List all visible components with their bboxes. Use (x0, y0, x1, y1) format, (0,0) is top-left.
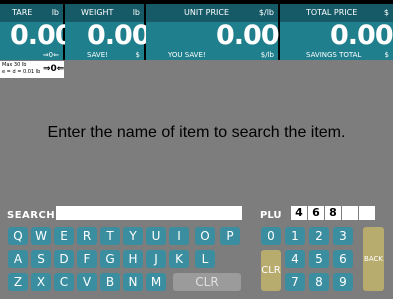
save-unit: $ (135, 51, 140, 59)
key-q[interactable]: Q (8, 227, 28, 245)
scale-display: TARE lb 0.00 ⇒0⇐ WEIGHT lb 0.00 SAVE! $ … (0, 0, 393, 60)
total-price-value: 0.00 (330, 20, 393, 51)
key-m[interactable]: M (146, 273, 166, 291)
numpad-clear-button[interactable]: CLR (261, 250, 281, 291)
plu-digit-3: 8 (325, 206, 341, 220)
unit-price-label: UNIT PRICE (184, 8, 230, 17)
weight-panel: WEIGHT lb 0.00 SAVE! $ (65, 0, 151, 60)
key-h[interactable]: H (123, 250, 143, 268)
key-s[interactable]: S (31, 250, 51, 268)
key-t[interactable]: T (100, 227, 120, 245)
plu-label: PLU (260, 210, 282, 221)
numpad-0[interactable]: 0 (261, 227, 281, 245)
division-info: e = d = 0.01 lb (2, 69, 41, 75)
savings-total-unit: $ (384, 51, 389, 59)
weight-unit: lb (132, 8, 140, 17)
numpad-2[interactable]: 2 (309, 227, 329, 245)
weight-label: WEIGHT (81, 8, 114, 17)
key-b[interactable]: B (100, 273, 120, 291)
numpad-7[interactable]: 7 (285, 273, 305, 291)
key-a[interactable]: A (8, 250, 28, 268)
tare-value: 0.00 (10, 20, 74, 51)
numpad-3[interactable]: 3 (333, 227, 353, 245)
key-e[interactable]: E (54, 227, 74, 245)
search-input[interactable] (56, 206, 242, 220)
numpad-8[interactable]: 8 (309, 273, 329, 291)
total-price-panel: TOTAL PRICE $ 0.00 SAVINGS TOTAL $ (280, 0, 393, 60)
numpad-4[interactable]: 4 (285, 250, 305, 268)
key-x[interactable]: X (31, 273, 51, 291)
key-k[interactable]: K (169, 250, 189, 268)
key-y[interactable]: Y (123, 227, 143, 245)
key-n[interactable]: N (123, 273, 143, 291)
numpad-9[interactable]: 9 (333, 273, 353, 291)
key-l[interactable]: L (195, 250, 215, 268)
you-save-unit: $/lb (260, 51, 274, 59)
numpad-5[interactable]: 5 (309, 250, 329, 268)
total-price-label: TOTAL PRICE (306, 8, 358, 17)
tare-zero-mark: ⇒0⇐ (42, 51, 59, 59)
back-button[interactable]: BACK (363, 227, 384, 291)
keyboard-clear-button[interactable]: CLR (173, 273, 241, 291)
key-u[interactable]: U (146, 227, 166, 245)
tare-panel: TARE lb 0.00 ⇒0⇐ (0, 0, 74, 60)
tare-label: TARE (12, 8, 33, 17)
tare-unit: lb (51, 8, 59, 17)
search-prompt: Enter the name of item to search the ite… (47, 124, 346, 141)
unit-price-unit: $/lb (258, 8, 274, 17)
max-capacity: Max 30 lb (2, 62, 27, 68)
plu-digit-4 (342, 206, 358, 220)
zero-indicator-icon: ⇒0⇐ (43, 64, 65, 74)
save-label: SAVE! (87, 51, 108, 59)
unit-price-panel: UNIT PRICE $/lb 0.00 YOU SAVE! $/lb (146, 0, 280, 60)
key-o[interactable]: O (195, 227, 215, 245)
key-r[interactable]: R (77, 227, 97, 245)
you-save-label: YOU SAVE! (168, 51, 206, 59)
key-p[interactable]: P (220, 227, 240, 245)
key-z[interactable]: Z (8, 273, 28, 291)
key-w[interactable]: W (31, 227, 51, 245)
numpad-1[interactable]: 1 (285, 227, 305, 245)
key-g[interactable]: G (100, 250, 120, 268)
savings-total-label: SAVINGS TOTAL (306, 51, 362, 59)
plu-digit-5 (359, 206, 375, 220)
plu-digit-1: 4 (291, 206, 307, 220)
key-i[interactable]: I (169, 227, 189, 245)
key-j[interactable]: J (146, 250, 166, 268)
key-v[interactable]: V (77, 273, 97, 291)
key-f[interactable]: F (77, 250, 97, 268)
weight-value: 0.00 (87, 20, 151, 51)
scale-info: Max 30 lb e = d = 0.01 lb ⇒0⇐ (0, 61, 64, 78)
plu-digit-2: 6 (308, 206, 324, 220)
unit-price-value: 0.00 (216, 20, 280, 51)
total-price-unit: $ (383, 8, 389, 17)
numpad-6[interactable]: 6 (333, 250, 353, 268)
key-d[interactable]: D (54, 250, 74, 268)
search-label: SEARCH (7, 210, 56, 221)
key-c[interactable]: C (54, 273, 74, 291)
